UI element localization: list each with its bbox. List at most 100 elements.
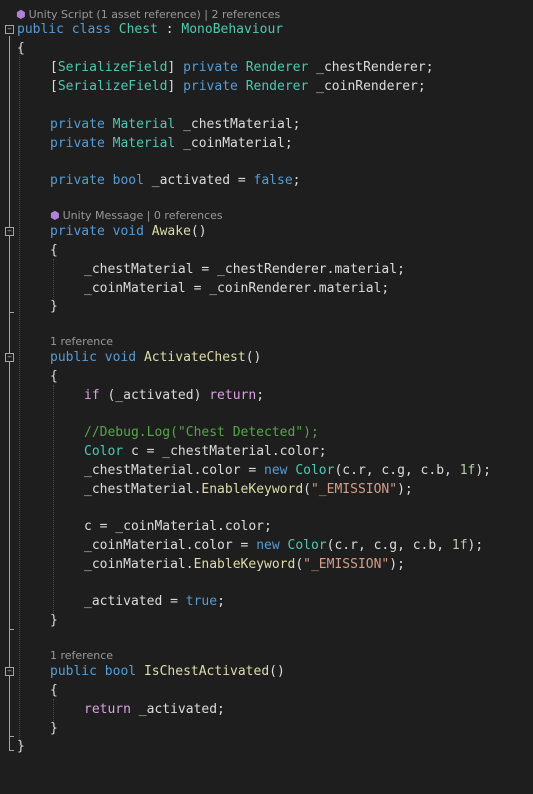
class-open-brace: { [17, 41, 25, 56]
field-name: _coinMaterial; [183, 136, 293, 151]
method-name-is-chest-activated: IsChestActivated [143, 664, 270, 679]
code-line-field5: private bool _activated = false; [0, 171, 533, 190]
type-renderer: Renderer [245, 60, 309, 75]
code-line-comment: //Debug.Log("Chest Detected"); [0, 423, 533, 442]
operator: = [230, 173, 254, 188]
bracket: ] [167, 60, 176, 75]
code-line-field3: private Material _chestMaterial; [0, 115, 533, 134]
code-line-is-activated-close: } [0, 719, 533, 738]
ctor-args: (c.r, c.g, c.b, [334, 463, 460, 478]
statement: c = _chestMaterial.color; [123, 444, 327, 459]
literal-false: false [253, 173, 293, 188]
code-line-field1: [SerializeField] private Renderer _chest… [0, 58, 533, 77]
type-color: Color [295, 463, 335, 478]
code-line-is-activated-decl: public bool IsChestActivated() [0, 662, 533, 681]
class-close-brace: } [17, 739, 25, 754]
literal-true: true [185, 594, 218, 609]
ctor-args: (c.r, c.g, c.b, [326, 538, 452, 553]
bracket: [ [50, 79, 58, 94]
colon: : [157, 22, 182, 37]
semicolon: ; [256, 388, 265, 403]
keyword-private: private [50, 173, 105, 188]
semicolon: ; [217, 594, 225, 609]
indent-guide-activate [53, 385, 54, 613]
string-literal: "_EMISSION" [310, 482, 398, 497]
field-name: _coinRenderer; [316, 79, 426, 94]
ctor-args-end: ); [467, 538, 484, 553]
code-line-awake-1: _chestMaterial = _chestRenderer.material… [0, 260, 533, 279]
attribute-serializefield: SerializeField [57, 60, 168, 75]
type-color: Color [287, 538, 327, 553]
code-line-return-activated: return _activated; [0, 700, 533, 719]
code-line-awake-decl: private void Awake() [0, 222, 533, 241]
keyword-new: new [256, 538, 280, 553]
paren: ( [295, 557, 304, 572]
code-line-coin-emission: _coinMaterial.EnableKeyword("_EMISSION")… [0, 555, 533, 574]
statement: _coinMaterial = _coinRenderer.material; [84, 281, 390, 296]
code-line-activated-true: _activated = true; [0, 592, 533, 611]
code-line-class-decl: public class Chest : MonoBehaviour [0, 20, 533, 39]
type-material: Material [112, 136, 176, 151]
bracket: ] [167, 79, 176, 94]
code-line-class-open: { [0, 39, 533, 58]
code-line-chest-color: _chestMaterial.color = new Color(c.r, c.… [0, 461, 533, 480]
type-material: Material [112, 117, 176, 132]
comment: //Debug.Log("Chest Detected"); [84, 425, 319, 440]
assignment-target: _activated = [84, 594, 186, 609]
code-editor[interactable]: – – – – ⬢ Unity Script (1 asset reference… [0, 0, 533, 763]
paren: ( [303, 482, 311, 497]
statement: _chestMaterial = _chestRenderer.material… [84, 262, 405, 277]
type-renderer: Renderer [245, 79, 309, 94]
keyword-public: public [50, 664, 97, 679]
ctor-args-end: ); [475, 463, 492, 478]
parens: () [190, 224, 207, 239]
keyword-return: return [209, 388, 257, 403]
assignment-target: _coinMaterial.color = [84, 538, 257, 553]
bracket: [ [50, 60, 58, 75]
code-line-chest-emission: _chestMaterial.EnableKeyword("_EMISSION"… [0, 480, 533, 499]
open-brace: { [50, 683, 58, 698]
paren: ); [397, 482, 413, 497]
number-literal: 1f [451, 538, 468, 553]
keyword-bool: bool [104, 664, 137, 679]
keyword-public: public [17, 22, 64, 37]
keyword-class: class [71, 22, 111, 37]
field-name: _chestMaterial; [183, 117, 301, 132]
codelens-awake-text[interactable]: Unity Message | 0 references [63, 209, 223, 222]
close-brace: } [50, 613, 58, 628]
assignment-target: _chestMaterial.color = [84, 463, 265, 478]
code-line-awake-close: } [0, 297, 533, 316]
open-brace: { [50, 369, 58, 384]
code-line-awake-2: _coinMaterial = _coinRenderer.material; [0, 279, 533, 298]
keyword-if: if [84, 388, 100, 403]
code-line-activate-close: } [0, 611, 533, 630]
base-class: MonoBehaviour [181, 22, 284, 37]
code-line-field2: [SerializeField] private Renderer _coinR… [0, 77, 533, 96]
code-line-is-activated-open: { [0, 681, 533, 700]
open-brace: { [50, 243, 58, 258]
code-line-class-close: } [0, 737, 533, 756]
code-line-coin-color: _coinMaterial.color = new Color(c.r, c.g… [0, 536, 533, 555]
keyword-return: return [84, 702, 131, 717]
object: _coinMaterial. [84, 557, 194, 572]
keyword-public: public [50, 350, 97, 365]
method-name-awake: Awake [151, 224, 191, 239]
statement: c = _coinMaterial.color; [84, 519, 272, 534]
code-line-field4: private Material _coinMaterial; [0, 134, 533, 153]
paren: ); [389, 557, 405, 572]
string-literal: "_EMISSION" [303, 557, 390, 572]
code-line-activate-decl: public void ActivateChest() [0, 348, 533, 367]
close-brace: } [50, 299, 58, 314]
semicolon: ; [292, 173, 301, 188]
parens: () [269, 664, 285, 679]
code-line-activate-open: { [0, 367, 533, 386]
keyword-private: private [183, 79, 238, 94]
keyword-private: private [50, 136, 105, 151]
code-line-if-return: if (_activated) return; [0, 386, 533, 405]
class-name: Chest [118, 22, 158, 37]
keyword-void: void [104, 350, 137, 365]
keyword-private: private [50, 224, 105, 239]
keyword-void: void [112, 224, 144, 239]
if-condition: (_activated) [99, 388, 210, 403]
code-line-color-decl: Color c = _chestMaterial.color; [0, 442, 533, 461]
